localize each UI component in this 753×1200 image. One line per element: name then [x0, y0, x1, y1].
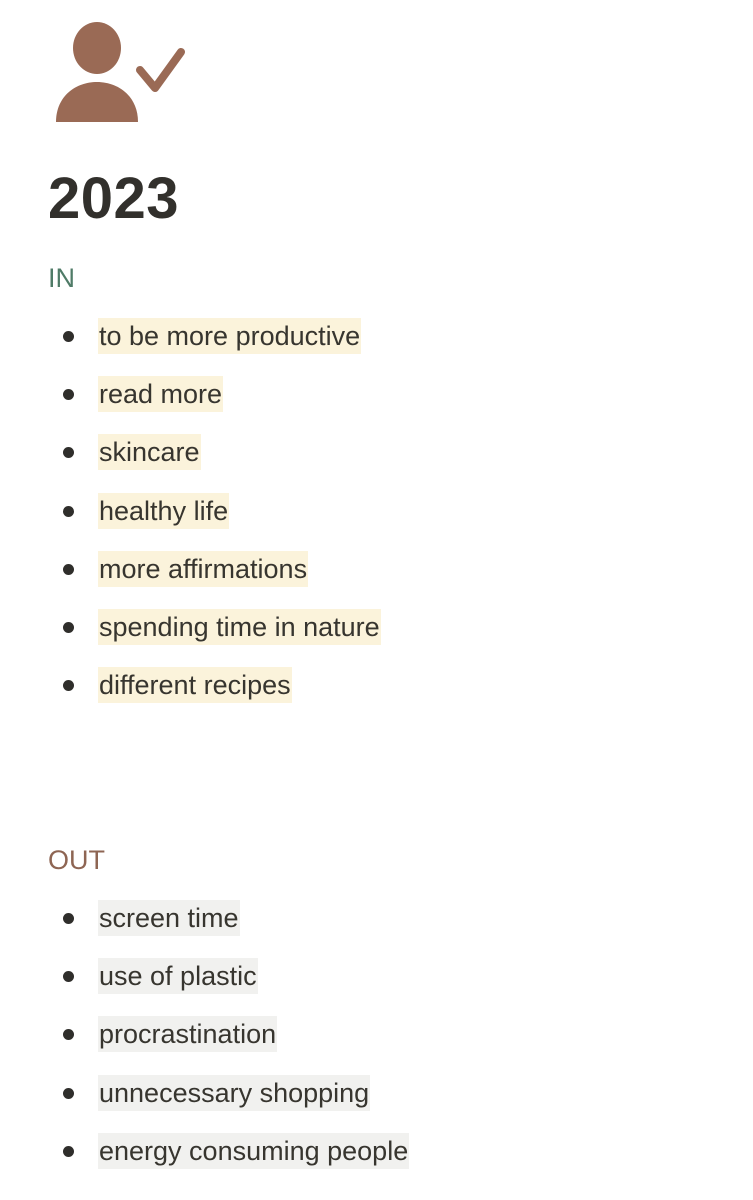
list-item-text[interactable]: read more [98, 376, 224, 413]
bullet-icon [63, 621, 74, 633]
list-item-text[interactable]: unnecessary shopping [98, 1074, 371, 1111]
user-check-icon[interactable] [54, 22, 186, 124]
section-heading-out: OUT [48, 845, 105, 875]
bullet-icon [63, 913, 74, 924]
list-item-text[interactable]: different recipes [98, 667, 292, 704]
bullet-icon [63, 331, 74, 342]
bullet-icon [63, 680, 74, 692]
list-item-text[interactable]: spending time in nature [98, 608, 381, 645]
list-item-text[interactable]: screen time [98, 900, 240, 936]
bullet-icon [63, 1087, 74, 1099]
page-title[interactable]: 2023 [48, 166, 179, 232]
list-item-text[interactable]: procrastination [98, 1016, 278, 1053]
list-item-text[interactable]: use of plastic [98, 958, 258, 995]
section-heading-in: IN [48, 263, 75, 293]
bullet-icon [63, 1029, 74, 1041]
bullet-icon [63, 563, 74, 575]
list-item-text[interactable]: to be more productive [98, 318, 362, 354]
bullet-icon [63, 971, 74, 983]
bullet-icon [63, 1145, 74, 1157]
list-item-text[interactable]: healthy life [98, 492, 230, 529]
bullet-icon [63, 505, 74, 517]
bullet-icon [63, 389, 74, 401]
list-item-text[interactable]: energy consuming people [98, 1132, 410, 1169]
bullet-icon [63, 447, 74, 459]
list-item-text[interactable]: skincare [98, 434, 201, 471]
list-item-text[interactable]: more affirmations [98, 550, 309, 587]
